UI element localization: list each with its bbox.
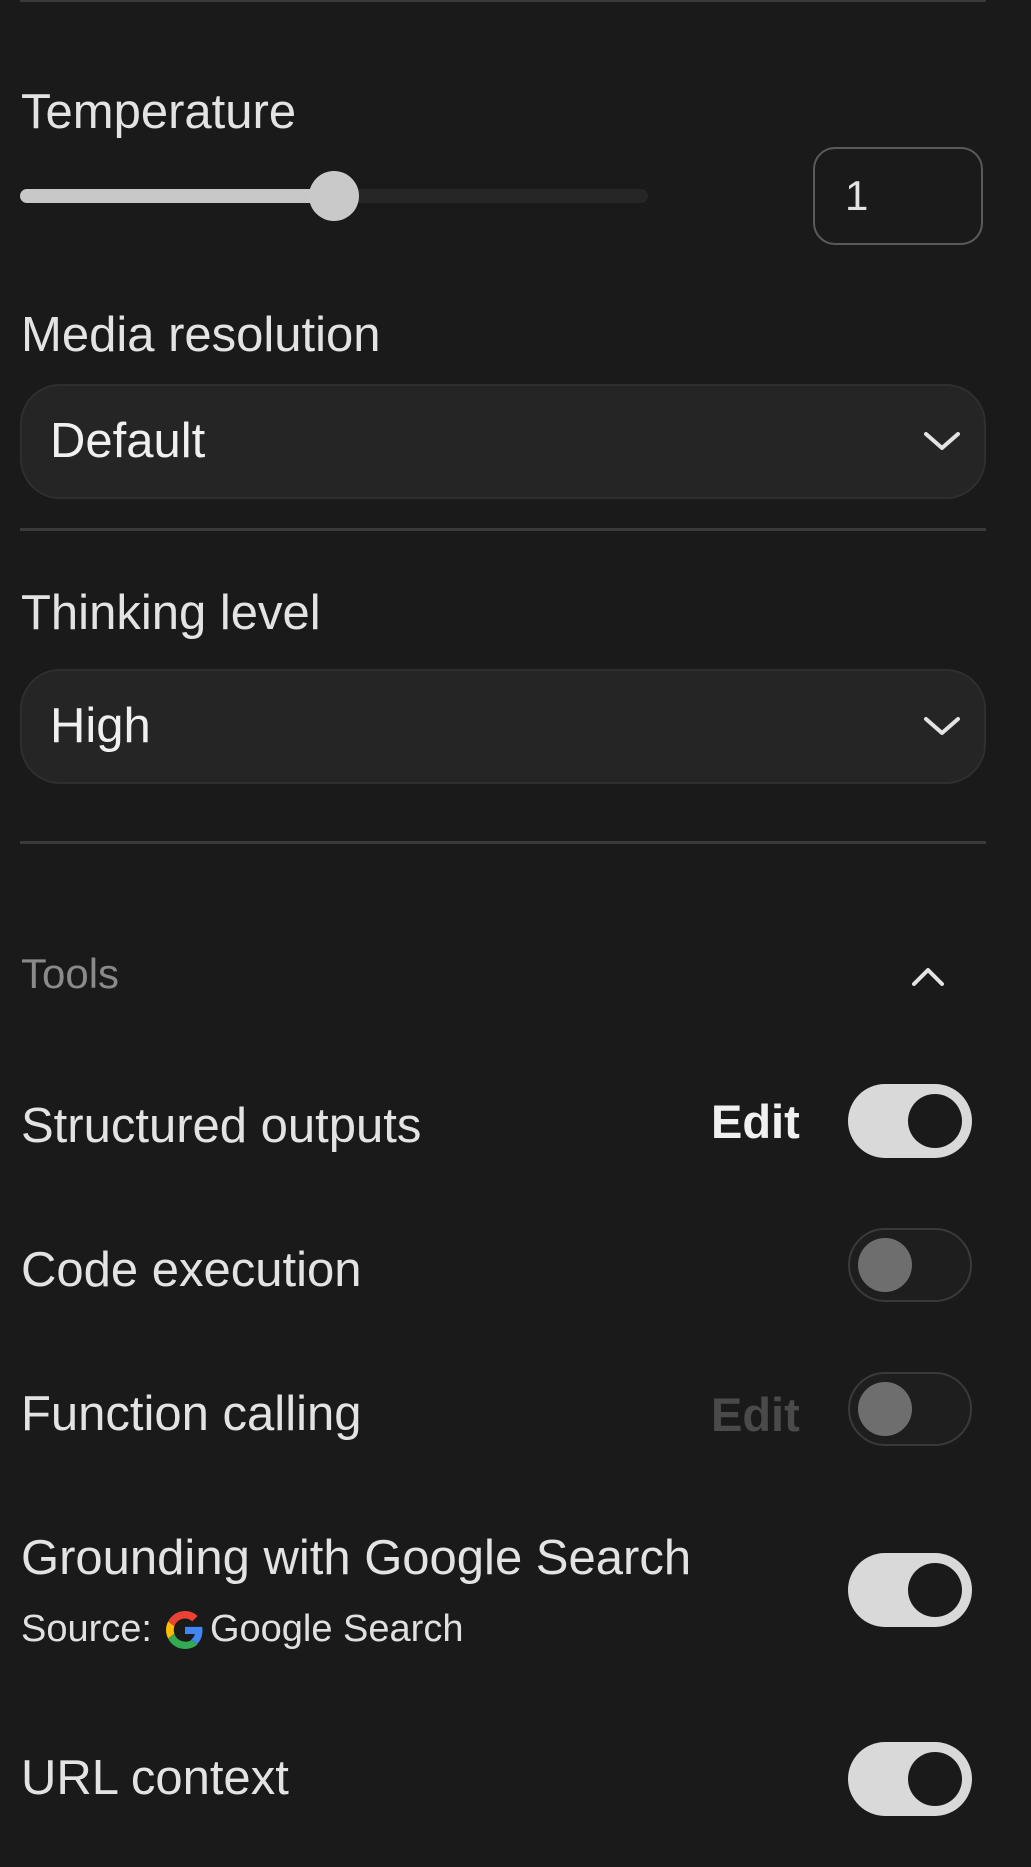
settings-panel: Temperature 1 Media resolution Default T… <box>0 0 1031 1867</box>
grounding-toggle[interactable] <box>848 1553 972 1627</box>
chevron-up-icon[interactable] <box>908 960 948 990</box>
structured-outputs-toggle[interactable] <box>848 1084 972 1158</box>
code-execution-toggle[interactable] <box>848 1228 972 1302</box>
media-resolution-label: Media resolution <box>21 308 381 362</box>
chevron-down-icon <box>924 432 960 450</box>
divider-2 <box>20 841 986 844</box>
grounding-source: Source: Google Search <box>21 1608 463 1651</box>
google-g-icon <box>165 1610 203 1649</box>
temperature-input[interactable]: 1 <box>813 147 983 245</box>
toggle-knob <box>908 1563 962 1617</box>
source-name[interactable]: Google Search <box>210 1608 464 1651</box>
toggle-knob <box>908 1094 962 1148</box>
media-resolution-value: Default <box>50 414 206 468</box>
function-calling-edit-button[interactable]: Edit <box>711 1387 800 1442</box>
source-prefix: Source: <box>21 1608 152 1650</box>
url-context-toggle[interactable] <box>848 1742 972 1816</box>
temperature-slider-fill <box>20 189 334 203</box>
divider-top <box>20 0 986 2</box>
tool-label-code-execution: Code execution <box>21 1243 362 1297</box>
tool-label-grounding: Grounding with Google Search <box>21 1531 692 1585</box>
toggle-knob <box>908 1752 962 1806</box>
divider-1 <box>20 528 986 531</box>
tool-label-url-context: URL context <box>21 1751 289 1805</box>
thinking-level-select[interactable]: High <box>20 669 986 784</box>
tool-label-structured-outputs: Structured outputs <box>21 1099 422 1153</box>
toggle-knob <box>858 1382 912 1436</box>
toggle-knob <box>858 1238 912 1292</box>
temperature-label: Temperature <box>21 85 297 139</box>
thinking-level-label: Thinking level <box>21 586 321 640</box>
media-resolution-select[interactable]: Default <box>20 384 986 499</box>
thinking-level-value: High <box>50 699 151 753</box>
tool-label-function-calling: Function calling <box>21 1387 362 1441</box>
chevron-down-icon <box>924 717 960 735</box>
function-calling-toggle[interactable] <box>848 1372 972 1446</box>
temperature-slider-thumb[interactable] <box>309 171 359 221</box>
structured-outputs-edit-button[interactable]: Edit <box>711 1094 800 1149</box>
tools-section-title: Tools <box>21 950 120 997</box>
